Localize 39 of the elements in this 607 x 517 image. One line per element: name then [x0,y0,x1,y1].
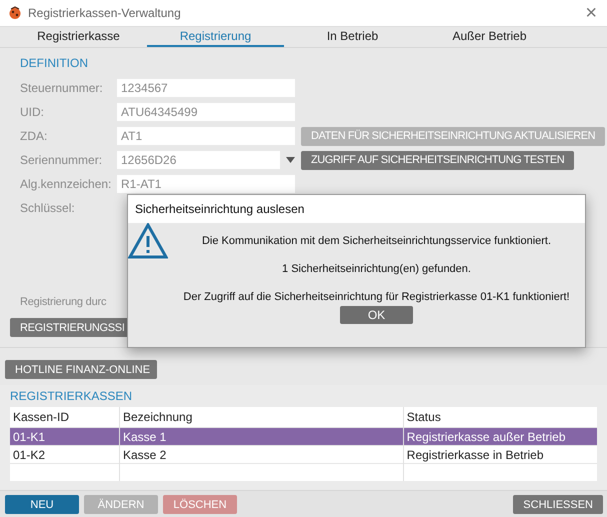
table-cell[interactable]: Kasse 1 [120,428,404,446]
dialog-message: Die Kommunikation mit dem Sicherheitseinrichtungsservice funktioniert. [202,235,552,247]
tab[interactable]: In Betrieb [284,27,421,47]
field-label: Seriennummer: [20,153,104,167]
input-field[interactable]: 1234567 [117,79,295,97]
window-title: Registrierkassen-Verwaltung [28,6,182,20]
table-cell[interactable]: 01-K1 [10,428,120,446]
section-heading: REGISTRIERKASSEN [10,389,132,403]
caret-icon[interactable] [286,157,295,163]
dialog-message: 1 Sicherheitseinrichtung(en) gefunden. [282,263,471,275]
table-cell[interactable]: 01-K2 [10,446,120,464]
hotline-button[interactable]: HOTLINE FINANZ-ONLINE [5,360,157,379]
input-field[interactable]: ATU64345499 [117,103,295,121]
warning-icon [128,223,168,259]
input-field[interactable]: R1-AT1 [117,175,295,193]
close-button[interactable]: × [583,3,599,23]
dialog-title: Sicherheitseinrichtung auslesen [135,202,304,216]
field-label: ZDA: [20,129,48,143]
app-logo-icon [8,6,22,20]
field-label: Schlüssel: [20,201,76,215]
action-button[interactable]: ZUGRIFF AUF SICHERHEITSEINRICHTUNG TESTEN [301,150,574,170]
footer-button[interactable]: SCHLIESSEN [513,495,603,514]
dropdown-field[interactable]: 12656D26 [117,151,280,169]
dialog-message: Der Zugriff auf die Sicherheitseinrichtung für Registrierkasse 01-K1 funktioniert! [183,291,570,303]
field-label: UID: [20,105,45,119]
field-label: Alg.kennzeichen: [20,177,112,191]
tab[interactable]: Außer Betrieb [421,27,558,47]
table-cell[interactable]: Registrierkasse außer Betrieb [403,428,597,446]
field-label: Steuernummer: [20,81,104,95]
info-text: Registrierung durc [20,296,106,308]
table-cell[interactable]: Kasse 2 [120,446,404,464]
footer-button[interactable]: NEU [5,495,79,514]
table-cell[interactable]: Registrierkasse in Betrieb [403,446,597,464]
ok-button[interactable]: OK [340,306,413,324]
tab[interactable]: Registrierung [147,27,284,47]
section-heading: DEFINITION [20,56,88,70]
column-header[interactable]: Status [403,407,597,428]
tab[interactable]: Registrierkasse [10,27,147,47]
input-field[interactable]: AT1 [117,127,295,145]
